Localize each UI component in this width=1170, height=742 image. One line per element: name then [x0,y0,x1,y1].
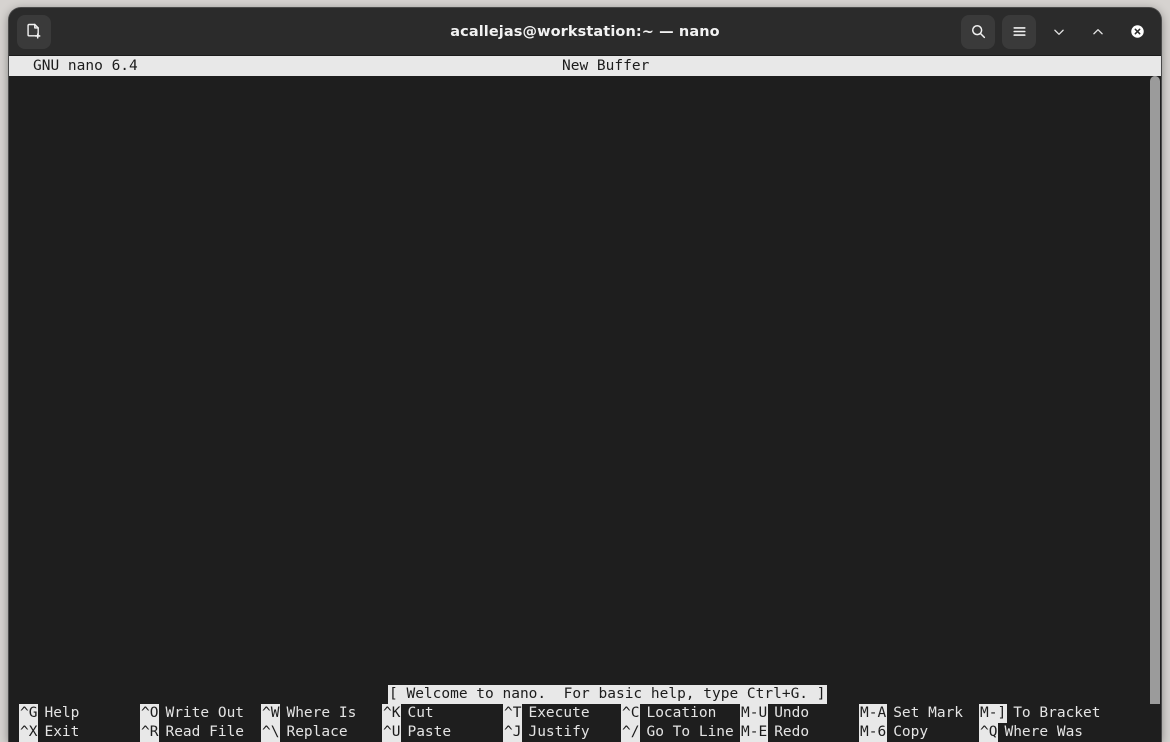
nano-version: GNU nano 6.4 [33,58,138,74]
shortcut-read-file[interactable]: ^R Read File [140,723,244,742]
shortcut-label: Undo [774,705,810,721]
terminal-content[interactable]: GNU nano 6.4 New Buffer [ Welcome to nan… [9,56,1161,742]
shortcut-key: ^G [19,704,39,723]
shortcut-label: Go To Line [646,724,734,740]
shortcut-label: Write Out [165,705,245,721]
shortcut-key: M-U [740,704,769,723]
nano-edit-area[interactable] [9,76,1161,684]
shortcut-exit[interactable]: ^X Exit [19,723,79,742]
shortcut-key: ^Q [979,723,999,742]
shortcut-label: Copy [893,724,929,740]
shortcut-location[interactable]: ^C Location [621,704,716,723]
shortcut-copy[interactable]: M-6 Copy [859,723,928,742]
shortcut-key: ^R [140,723,160,742]
shortcut-key: ^\ [261,723,281,742]
shortcut-key: M-A [859,704,888,723]
shortcut-row-2: ^X Exit ^R Read File ^\ Replace ^U Paste ^J Justi… [9,723,1161,742]
shortcut-row-1: ^G Help ^O Write Out ^W Where Is ^K Cut ^T Execut… [9,704,1161,723]
shortcut-key: ^U [382,723,402,742]
shortcut-paste[interactable]: ^U Paste [382,723,451,742]
close-circle-icon[interactable] [1121,16,1153,48]
shortcut-label: Read File [165,724,245,740]
chevron-up-icon[interactable] [1082,16,1114,48]
shortcut-label: Help [44,705,80,721]
shortcut-key: ^J [503,723,523,742]
chevron-down-icon[interactable] [1043,16,1075,48]
shortcut-label: Where Was [1004,724,1084,740]
shortcut-key: M-E [740,723,769,742]
shortcut-key: M-] [979,704,1008,723]
shortcut-execute[interactable]: ^T Execute [503,704,590,723]
shortcut-key: ^T [503,704,523,723]
window-title-text: acallejas@workstation:~ — nano [450,23,720,40]
window-titlebar[interactable]: acallejas@workstation:~ — nano [9,8,1161,56]
scrollbar-track[interactable] [1149,76,1161,742]
shortcut-key: ^/ [621,723,641,742]
titlebar-right-controls [961,14,1153,49]
shortcut-key: ^W [261,704,281,723]
shortcut-key: ^C [621,704,641,723]
shortcut-label: Replace [286,724,348,740]
shortcut-label: Exit [44,724,80,740]
shortcut-replace[interactable]: ^\ Replace [261,723,348,742]
terminal-window: acallejas@workstation:~ — nano GNU nano … [9,8,1161,742]
shortcut-key: ^X [19,723,39,742]
shortcut-key: ^O [140,704,160,723]
shortcut-redo[interactable]: M-E Redo [740,723,809,742]
shortcut-set-mark[interactable]: M-A Set Mark [859,704,963,723]
hamburger-menu-icon[interactable] [1002,14,1036,49]
search-icon[interactable] [961,14,995,49]
shortcut-go-to-line[interactable]: ^/ Go To Line [621,723,734,742]
titlebar-left-controls [17,14,51,49]
shortcut-label: Justify [528,724,590,740]
shortcut-help[interactable]: ^G Help [19,704,79,723]
nano-buffer-name: New Buffer [562,58,650,74]
shortcut-where-is[interactable]: ^W Where Is [261,704,356,723]
shortcut-label: Paste [407,724,452,740]
status-badge: [ Welcome to nano. For basic help, type … [388,685,827,704]
nano-header-bar: GNU nano 6.4 New Buffer [9,56,1161,76]
shortcut-write-out[interactable]: ^O Write Out [140,704,244,723]
shortcut-cut[interactable]: ^K Cut [382,704,434,723]
nano-shortcut-bar: ^G Help ^O Write Out ^W Where Is ^K Cut ^T Execut… [9,704,1161,742]
shortcut-where-was[interactable]: ^Q Where Was [979,723,1083,742]
shortcut-label: Redo [774,724,810,740]
shortcut-label: Cut [407,705,434,721]
shortcut-label: Location [646,705,717,721]
new-document-icon[interactable] [17,14,51,49]
scrollbar-thumb[interactable] [1150,76,1160,742]
shortcut-key: M-6 [859,723,888,742]
shortcut-label: To Bracket [1013,705,1101,721]
screen: acallejas@workstation:~ — nano GNU nano … [0,0,1170,742]
shortcut-key: ^K [382,704,402,723]
shortcut-label: Where Is [286,705,357,721]
shortcut-justify[interactable]: ^J Justify [503,723,590,742]
shortcut-label: Set Mark [893,705,964,721]
shortcut-to-bracket[interactable]: M-] To Bracket [979,704,1101,723]
shortcut-undo[interactable]: M-U Undo [740,704,809,723]
shortcut-label: Execute [528,705,590,721]
